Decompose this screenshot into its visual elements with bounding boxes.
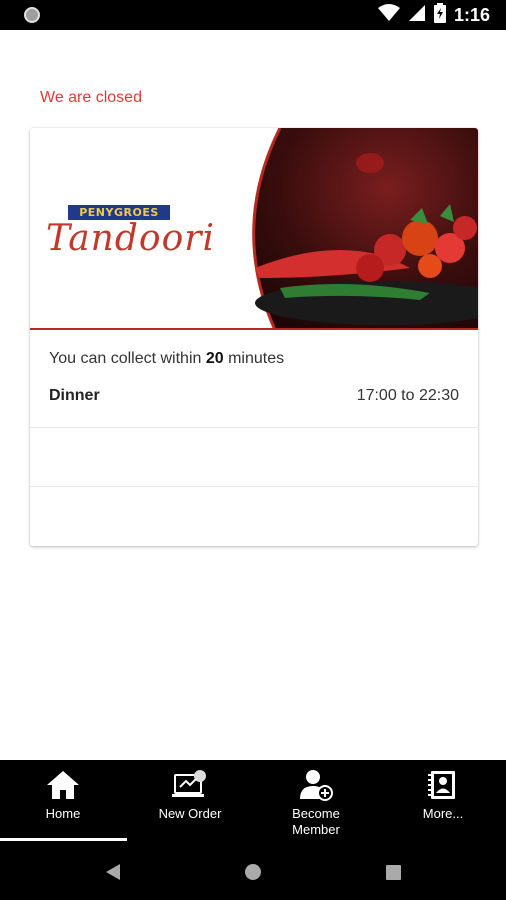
nav-item-new-order[interactable]: New Order: [127, 760, 253, 843]
nav-item-more[interactable]: More...: [380, 760, 506, 843]
status-icons: 1:16: [377, 0, 490, 30]
nav-item-home[interactable]: Home: [0, 760, 126, 843]
status-time: 1:16: [453, 4, 490, 25]
collect-prefix: You can collect within: [49, 350, 206, 367]
divider: [30, 427, 478, 428]
nav-item-become-member[interactable]: Become Member: [253, 760, 379, 843]
new-order-icon: [172, 768, 208, 802]
closed-notice: We are closed: [40, 89, 142, 106]
add-member-icon: [298, 768, 334, 802]
nav-selected-indicator: [0, 838, 127, 841]
recents-icon[interactable]: [386, 865, 401, 880]
restaurant-banner: PENYGROES Tandoori: [30, 128, 478, 330]
back-icon[interactable]: [106, 864, 120, 880]
divider: [30, 486, 478, 487]
nav-label: Home: [45, 806, 81, 821]
service-row: Dinner 17:00 to 22:30: [49, 387, 459, 407]
signal-icon: [408, 4, 426, 27]
collect-suffix: minutes: [223, 350, 285, 367]
nav-label: More...: [422, 806, 464, 821]
service-name: Dinner: [49, 387, 100, 404]
home-circle-icon[interactable]: [245, 864, 261, 880]
more-icon: [425, 768, 461, 802]
wifi-icon: [377, 3, 400, 27]
banner-divider: [30, 328, 478, 330]
notification-dot-icon: [24, 7, 40, 23]
service-hours: 17:00 to 22:30: [356, 387, 459, 404]
nav-label: Become Member: [292, 806, 340, 837]
battery-icon: [433, 2, 446, 28]
nav-label: New Order: [158, 806, 222, 821]
brand-name: Tandoori: [46, 218, 215, 259]
restaurant-card[interactable]: PENYGROES Tandoori You can collect withi…: [30, 128, 478, 546]
collect-minutes: 20: [205, 350, 224, 367]
home-icon: [45, 768, 81, 802]
collect-info: You can collect within 20 minutes: [49, 350, 284, 368]
status-bar: 1:16: [0, 0, 506, 30]
system-nav-bar: [0, 843, 506, 900]
bottom-nav: Home New Order Become Member More...: [0, 760, 506, 843]
